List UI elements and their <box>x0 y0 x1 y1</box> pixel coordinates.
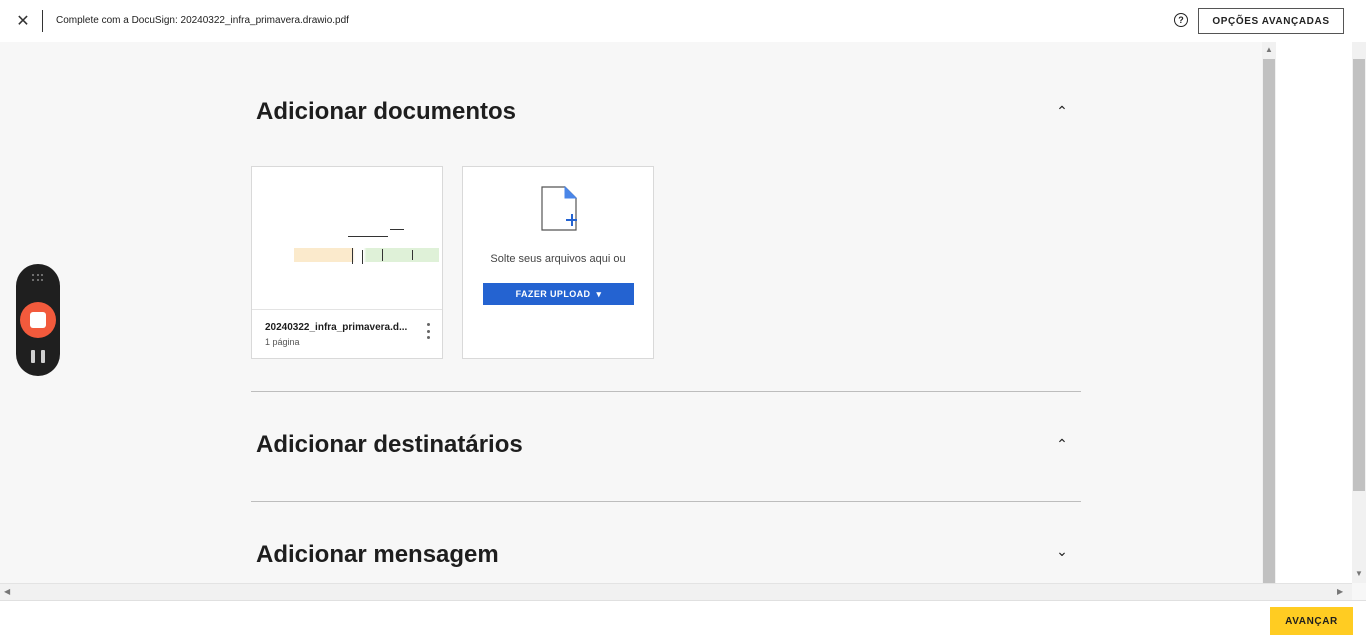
add-message-heading: Adicionar mensagem <box>256 541 499 568</box>
add-file-icon <box>541 186 577 231</box>
upload-button-label: FAZER UPLOAD <box>515 289 591 299</box>
scroll-down-icon[interactable]: ▼ <box>1355 569 1363 578</box>
scroll-left-icon[interactable]: ◀ <box>4 587 10 596</box>
stop-recording-button[interactable] <box>20 302 56 338</box>
more-options-icon[interactable] <box>422 323 434 339</box>
horizontal-scrollbar[interactable]: ◀ ▶ <box>0 583 1352 600</box>
header-divider <box>42 10 43 32</box>
window-title: Complete com a DocuSign: 20240322_infra_… <box>56 15 349 26</box>
thumbnail-preview-strip <box>294 248 439 262</box>
document-page-count: 1 página <box>265 337 300 347</box>
thumbnail-line <box>352 248 353 264</box>
document-file-name: 20240322_infra_primavera.d... <box>265 322 408 333</box>
collapse-documents-icon[interactable]: ⌃ <box>1054 103 1070 119</box>
thumbnail-line <box>382 249 383 261</box>
drag-handle-icon[interactable] <box>32 274 44 282</box>
help-icon[interactable]: ? <box>1174 13 1188 27</box>
upload-button[interactable]: FAZER UPLOAD ▾ <box>483 283 634 305</box>
upload-dropzone[interactable]: Solte seus arquivos aqui ou FAZER UPLOAD… <box>462 166 654 359</box>
bottom-bar <box>0 600 1366 641</box>
scroll-up-icon[interactable]: ▲ <box>1265 45 1273 54</box>
advanced-options-button[interactable]: OPÇÕES AVANÇADAS <box>1198 8 1344 34</box>
expand-message-icon[interactable]: ⌄ <box>1054 543 1070 559</box>
dropdown-arrow-icon: ▾ <box>596 288 602 299</box>
recorder-widget <box>16 264 60 376</box>
collapse-recipients-icon[interactable]: ⌃ <box>1054 436 1070 452</box>
document-thumbnail[interactable] <box>252 167 442 310</box>
right-panel <box>1276 42 1352 583</box>
add-documents-heading: Adicionar documentos <box>256 98 517 125</box>
close-icon[interactable]: ✕ <box>13 11 33 31</box>
pause-icon[interactable] <box>31 350 45 363</box>
thumbnail-line <box>412 250 413 260</box>
top-bar: ✕ Complete com a DocuSign: 20240322_infr… <box>0 0 1366 42</box>
document-card[interactable]: 20240322_infra_primavera.d... 1 página <box>251 166 443 359</box>
add-recipients-heading: Adicionar destinatários <box>256 431 523 458</box>
scroll-right-icon[interactable]: ▶ <box>1337 587 1343 596</box>
stop-icon <box>30 312 46 328</box>
inner-scrollbar-thumb[interactable] <box>1263 59 1275 583</box>
thumbnail-line <box>390 229 404 230</box>
thumbnail-line <box>348 236 388 237</box>
next-button[interactable]: AVANÇAR <box>1270 607 1353 635</box>
section-divider <box>251 391 1081 392</box>
outer-scrollbar-thumb[interactable] <box>1353 59 1365 491</box>
thumbnail-line <box>362 250 363 264</box>
drop-files-text: Solte seus arquivos aqui ou <box>490 253 626 265</box>
section-divider <box>251 501 1081 502</box>
